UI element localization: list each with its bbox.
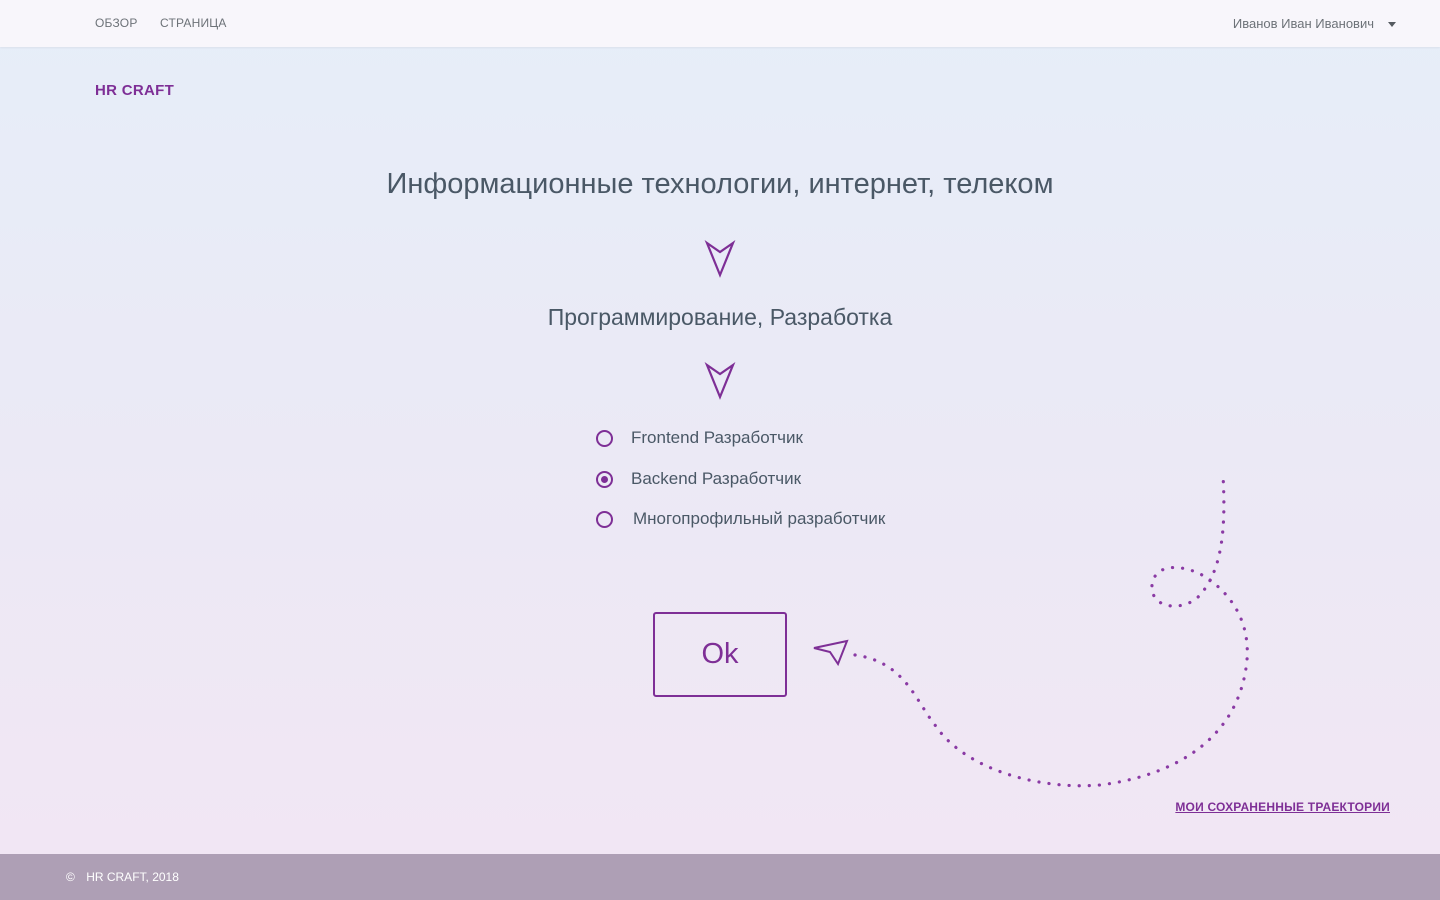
option-frontend[interactable]: Frontend Разработчик [596,428,803,448]
footer: © HR CRAFT, 2018 [0,854,1440,900]
radio-button[interactable] [596,510,613,528]
arrow-down-icon [704,240,736,278]
option-backend[interactable]: Backend Разработчик [596,469,801,489]
specialization-title: Программирование, Разработка [547,304,893,330]
radio-button-selected[interactable] [596,470,613,488]
arrow-down-icon [704,362,736,400]
ok-button[interactable]: Ok [653,612,787,697]
nav-link-overview[interactable]: ОБЗОР [95,16,138,30]
option-label: Backend Разработчик [631,469,802,488]
caret-down-icon [1388,21,1396,27]
logo[interactable]: HR CRAFT [95,82,174,99]
user-name: Иванов Иван Иванович [1232,15,1374,31]
paper-plane-icon [813,639,849,667]
footer-text: HR CRAFT, 2018 [86,870,179,884]
industry-title: Информационные технологии, интернет, тел… [386,168,1054,200]
footer-copyright: © HR CRAFT, 2018 [66,870,179,884]
top-navbar: ОБЗОР СТРАНИЦА Иванов Иван Иванович [0,0,1440,47]
saved-trajectories-link[interactable]: МОИ СОХРАНЕННЫЕ ТРАЕКТОРИИ [1175,800,1390,814]
option-label: Многопрофильный разработчик [633,509,886,528]
radio-button[interactable] [596,429,613,447]
copyright-symbol: © [66,870,75,884]
decorative-dotted-path [813,473,1249,788]
user-menu[interactable]: Иванов Иван Иванович [1233,14,1396,32]
option-label: Frontend Разработчик [631,428,803,447]
option-multi[interactable]: Многопрофильный разработчик [596,509,885,529]
nav-link-page[interactable]: СТРАНИЦА [160,16,227,30]
